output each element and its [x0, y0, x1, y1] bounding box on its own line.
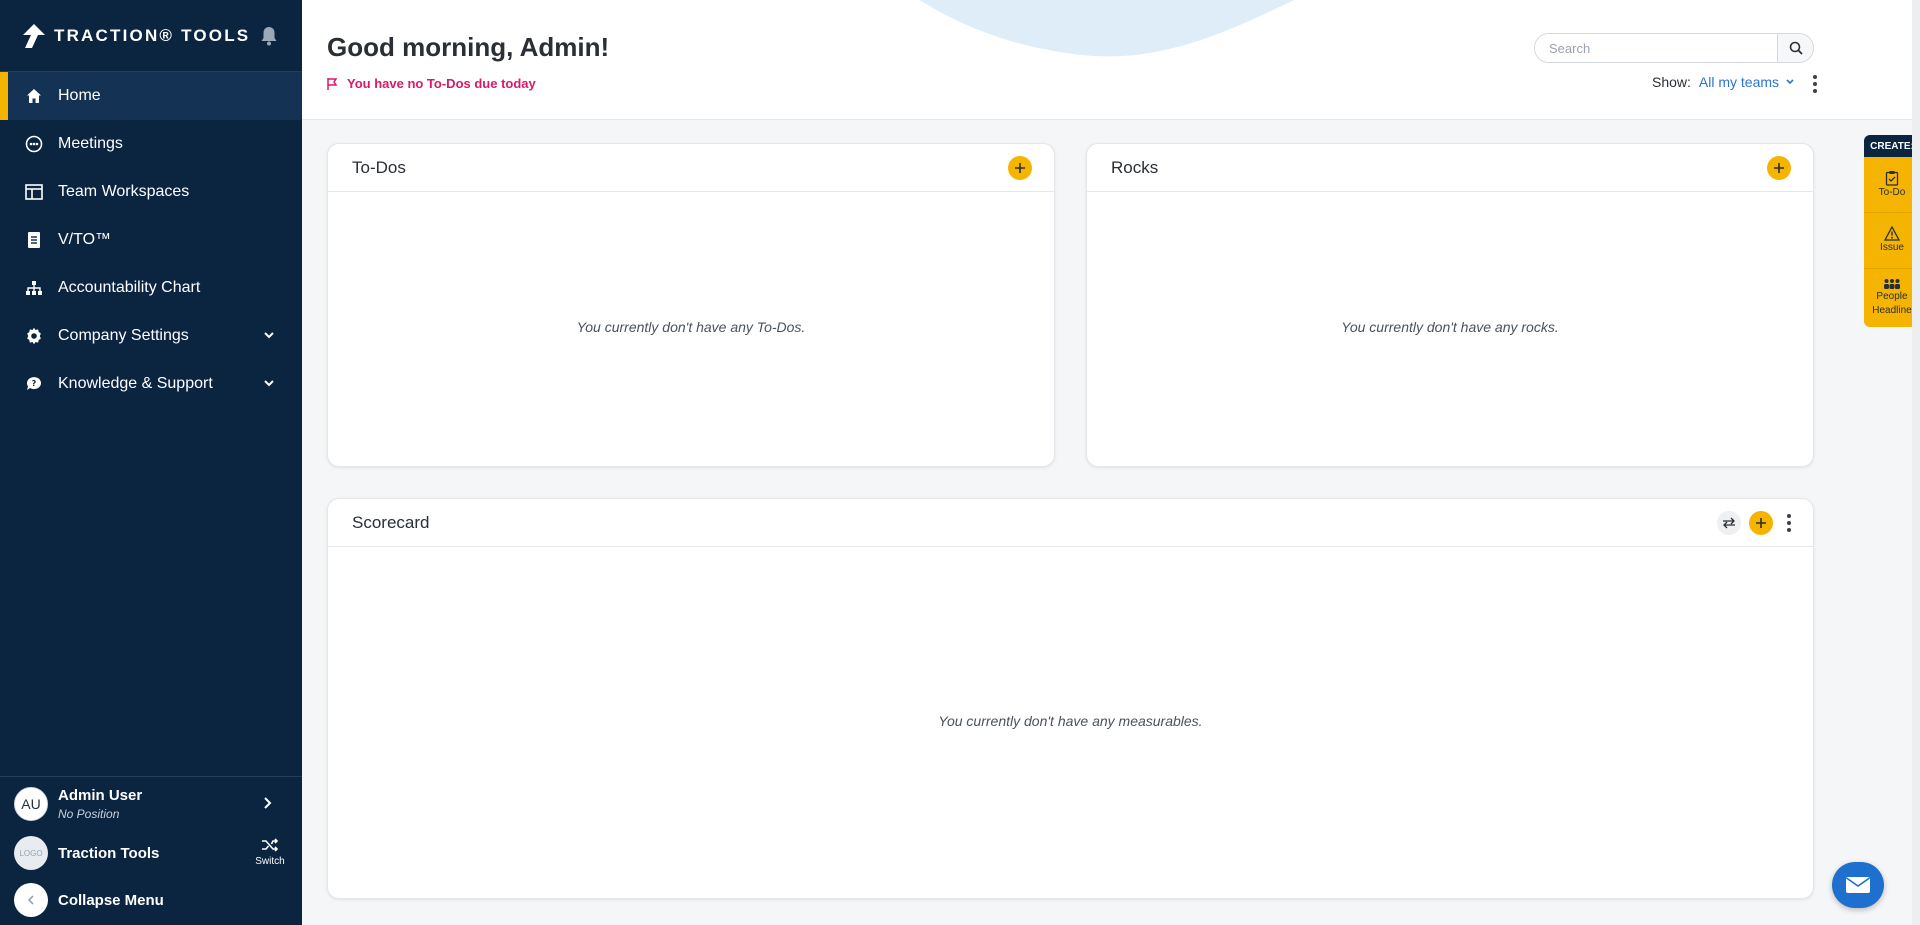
scorecard-card-header: Scorecard — [328, 499, 1813, 547]
traction-logo-icon — [22, 23, 46, 48]
scorecard-card-title: Scorecard — [352, 512, 430, 532]
envelope-icon — [1846, 877, 1870, 893]
add-measurable-button[interactable] — [1749, 511, 1773, 535]
meetings-icon — [24, 134, 44, 154]
avatar: AU — [14, 787, 48, 821]
chevron-down-icon — [262, 328, 276, 342]
switch-label: Switch — [255, 856, 285, 867]
todo-due-notice: You have no To-Dos due today — [327, 76, 536, 91]
user-name: Admin User — [58, 787, 143, 804]
collapse-menu-button[interactable]: Collapse Menu — [0, 875, 302, 925]
support-icon: ? — [24, 374, 44, 394]
brand-name: TRACTION® TOOLS — [54, 25, 251, 45]
create-todo-label: To-Do — [1878, 186, 1906, 198]
company-name: Traction Tools — [58, 844, 160, 862]
search-input[interactable] — [1535, 34, 1777, 62]
scorecard-empty-message: You currently don't have any measurables… — [938, 713, 1203, 729]
search-icon — [1789, 41, 1803, 55]
sidebar-item-company-settings[interactable]: Company Settings — [0, 312, 302, 360]
header-more-options-icon[interactable] — [1812, 75, 1818, 93]
scorecard-card: Scorecard You currently don't have any m… — [327, 498, 1814, 899]
gear-icon — [24, 326, 44, 346]
sidebar-footer: AU Admin User No Position LOGO Traction … — [0, 776, 302, 925]
todos-card-header: To-Dos — [328, 144, 1054, 192]
swap-orientation-button[interactable] — [1717, 511, 1741, 535]
people-icon — [1884, 279, 1900, 289]
chevron-right-icon — [260, 796, 274, 810]
scrollbar[interactable] — [1912, 0, 1920, 925]
todos-card: To-Dos You currently don't have any To-D… — [327, 143, 1055, 467]
chevron-left-icon — [14, 883, 48, 917]
switch-company-button[interactable]: Switch — [252, 837, 288, 867]
swap-arrows-icon — [1723, 517, 1735, 529]
todos-empty-message: You currently don't have any To-Dos. — [576, 319, 806, 335]
brand[interactable]: TRACTION® TOOLS — [0, 0, 302, 72]
chevron-down-icon[interactable] — [1785, 77, 1795, 87]
sidebar-item-label: Meetings — [58, 135, 123, 152]
notifications-bell-icon[interactable] — [260, 26, 280, 46]
rocks-card-header: Rocks — [1087, 144, 1813, 192]
rocks-card-title: Rocks — [1111, 157, 1159, 177]
sidebar-item-label: Team Workspaces — [58, 183, 190, 200]
svg-text:?: ? — [32, 379, 37, 388]
plus-icon — [1015, 163, 1025, 173]
scorecard-more-options-icon[interactable] — [1786, 514, 1792, 532]
warning-icon — [1884, 226, 1900, 241]
company-logo: LOGO — [14, 836, 48, 870]
clipboard-icon — [1885, 170, 1899, 186]
sidebar-item-label: Knowledge & Support — [58, 375, 213, 392]
rocks-empty-message: You currently don't have any rocks. — [1341, 319, 1559, 335]
todos-card-title: To-Dos — [352, 157, 406, 177]
sidebar-item-label: Home — [58, 87, 101, 104]
plus-icon — [1774, 163, 1784, 173]
rocks-card: Rocks You currently don't have any rocks… — [1086, 143, 1814, 467]
shuffle-icon — [261, 838, 279, 856]
search-box — [1534, 33, 1814, 63]
flag-icon — [327, 77, 337, 90]
sidebar-item-meetings[interactable]: Meetings — [0, 120, 302, 168]
sidebar-item-label: Company Settings — [58, 327, 189, 344]
sidebar-item-label: V/TO™ — [58, 231, 112, 248]
user-position: No Position — [58, 807, 120, 821]
create-issue-label: Issue — [1880, 242, 1904, 253]
workspace-icon — [24, 182, 44, 202]
collapse-menu-label: Collapse Menu — [58, 891, 164, 909]
sidebar-item-label: Accountability Chart — [58, 279, 201, 296]
todo-due-text: You have no To-Dos due today — [347, 76, 536, 91]
add-rock-button[interactable] — [1767, 156, 1791, 180]
chevron-down-icon — [262, 376, 276, 390]
sidebar: TRACTION® TOOLS Home Meetings Team Works… — [0, 0, 302, 925]
plus-icon — [1756, 518, 1766, 528]
show-label: Show: — [1652, 74, 1691, 90]
chat-support-button[interactable] — [1832, 862, 1884, 908]
sidebar-nav: Home Meetings Team Workspaces V/TO™ Acco… — [0, 72, 302, 408]
sidebar-item-accountability-chart[interactable]: Accountability Chart — [0, 264, 302, 312]
add-todo-button[interactable] — [1008, 156, 1032, 180]
home-icon — [24, 86, 44, 106]
document-icon — [24, 230, 44, 250]
sidebar-item-knowledge-support[interactable]: ? Knowledge & Support — [0, 360, 302, 408]
team-filter: Show: All my teams — [1652, 74, 1795, 90]
company-row: LOGO Traction Tools Switch — [0, 831, 302, 875]
search-button[interactable] — [1777, 34, 1813, 62]
sidebar-item-vto[interactable]: V/TO™ — [0, 216, 302, 264]
user-profile[interactable]: AU Admin User No Position — [0, 777, 302, 831]
page-title: Good morning, Admin! — [327, 32, 610, 62]
sidebar-item-team-workspaces[interactable]: Team Workspaces — [0, 168, 302, 216]
page-header: Good morning, Admin! You have no To-Dos … — [302, 0, 1920, 120]
org-chart-icon — [24, 278, 44, 298]
sidebar-item-home[interactable]: Home — [0, 72, 302, 120]
team-filter-dropdown[interactable]: All my teams — [1699, 74, 1779, 90]
